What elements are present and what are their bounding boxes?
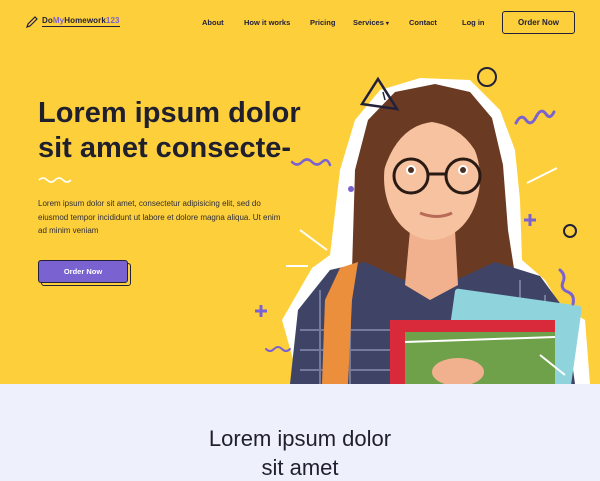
nav-services-label: Services (353, 18, 384, 27)
hero-description: Lorem ipsum dolor sit amet, consectetur … (38, 199, 281, 235)
squiggle-decoration (558, 268, 575, 306)
dot-decoration (348, 186, 354, 192)
hero-illustration (255, 67, 590, 384)
plus-decoration (524, 214, 536, 226)
nav-login[interactable]: Log in (462, 18, 485, 27)
section-title: Lorem ipsum dolor sit amet (208, 426, 392, 480)
nav-pricing[interactable]: Pricing (310, 18, 335, 27)
nav-about[interactable]: About (202, 18, 224, 27)
nav-how-it-works[interactable]: How it works (244, 18, 290, 27)
order-now-button[interactable]: Order Now (502, 11, 575, 34)
nav-contact[interactable]: Contact (409, 18, 437, 27)
squiggle-decoration (514, 109, 556, 125)
hero-title: Lorem ipsum dolor sit amet consecte- (38, 97, 301, 164)
squiggle-decoration (265, 346, 291, 352)
nav-services[interactable]: Services ▾ (353, 18, 389, 27)
chevron-down-icon: ▾ (385, 21, 389, 27)
hero-order-now-button[interactable]: Order Now (38, 260, 128, 283)
hero-section: DoMyHomework123 About How it works Prici… (0, 0, 600, 384)
plus-decoration (255, 305, 267, 317)
circle-decoration (477, 67, 497, 87)
circle-decoration (563, 224, 577, 238)
title-underline-squiggle (38, 177, 72, 183)
